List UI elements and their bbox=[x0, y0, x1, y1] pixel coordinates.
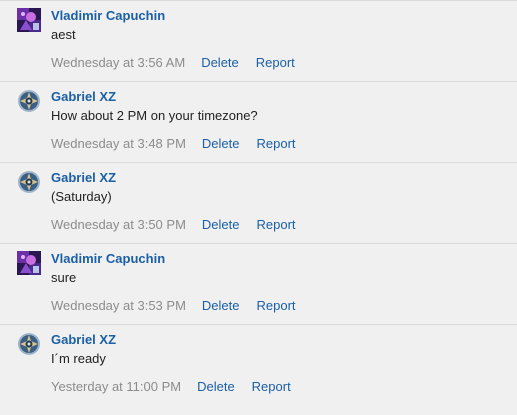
author-name[interactable]: Gabriel XZ bbox=[51, 170, 116, 186]
user-avatar[interactable] bbox=[17, 8, 41, 32]
message-item: Gabriel XZ I´m ready Yesterday at 11:00 … bbox=[0, 325, 517, 406]
author-name[interactable]: Gabriel XZ bbox=[51, 332, 116, 348]
message-meta: Wednesday at 3:48 PM Delete Report bbox=[51, 136, 313, 152]
report-link[interactable]: Report bbox=[252, 379, 291, 394]
message-item: Gabriel XZ (Saturday) Wednesday at 3:50 … bbox=[0, 163, 517, 244]
message-thread: Vladimir Capuchin aest Wednesday at 3:56… bbox=[0, 0, 517, 415]
purple-art-avatar-icon bbox=[17, 8, 41, 32]
report-link[interactable]: Report bbox=[256, 298, 295, 313]
user-avatar[interactable] bbox=[17, 170, 41, 194]
delete-link[interactable]: Delete bbox=[201, 55, 239, 70]
message-text: sure bbox=[51, 270, 77, 285]
message-item: Vladimir Capuchin aest Wednesday at 3:56… bbox=[0, 1, 517, 82]
message-text: aest bbox=[51, 27, 76, 42]
message-text: (Saturday) bbox=[51, 189, 112, 204]
message-text: I´m ready bbox=[51, 351, 106, 366]
message-meta: Wednesday at 3:56 AM Delete Report bbox=[51, 55, 312, 71]
purple-art-avatar-icon bbox=[17, 251, 41, 275]
message-meta: Wednesday at 3:53 PM Delete Report bbox=[51, 298, 313, 314]
report-link[interactable]: Report bbox=[256, 217, 295, 232]
blue-gear-avatar-icon bbox=[17, 89, 41, 113]
delete-link[interactable]: Delete bbox=[202, 298, 240, 313]
author-name[interactable]: Gabriel XZ bbox=[51, 89, 116, 105]
delete-link[interactable]: Delete bbox=[202, 136, 240, 151]
report-link[interactable]: Report bbox=[256, 136, 295, 151]
blue-gear-avatar-icon bbox=[17, 332, 41, 356]
message-text: How about 2 PM on your timezone? bbox=[51, 108, 258, 123]
user-avatar[interactable] bbox=[17, 332, 41, 356]
blue-gear-avatar-icon bbox=[17, 170, 41, 194]
message-timestamp[interactable]: Yesterday at 11:00 PM bbox=[51, 379, 181, 394]
message-timestamp[interactable]: Wednesday at 3:50 PM bbox=[51, 217, 186, 232]
author-name[interactable]: Vladimir Capuchin bbox=[51, 8, 165, 24]
report-link[interactable]: Report bbox=[256, 55, 295, 70]
author-name[interactable]: Vladimir Capuchin bbox=[51, 251, 165, 267]
message-timestamp[interactable]: Wednesday at 3:56 AM bbox=[51, 55, 185, 70]
user-avatar[interactable] bbox=[17, 251, 41, 275]
message-item: Vladimir Capuchin sure Wednesday at 3:53… bbox=[0, 244, 517, 325]
delete-link[interactable]: Delete bbox=[202, 217, 240, 232]
message-timestamp[interactable]: Wednesday at 3:53 PM bbox=[51, 298, 186, 313]
user-avatar[interactable] bbox=[17, 89, 41, 113]
message-meta: Yesterday at 11:00 PM Delete Report bbox=[51, 379, 308, 395]
delete-link[interactable]: Delete bbox=[197, 379, 235, 394]
message-item: Gabriel XZ How about 2 PM on your timezo… bbox=[0, 82, 517, 163]
message-meta: Wednesday at 3:50 PM Delete Report bbox=[51, 217, 313, 233]
message-timestamp[interactable]: Wednesday at 3:48 PM bbox=[51, 136, 186, 151]
